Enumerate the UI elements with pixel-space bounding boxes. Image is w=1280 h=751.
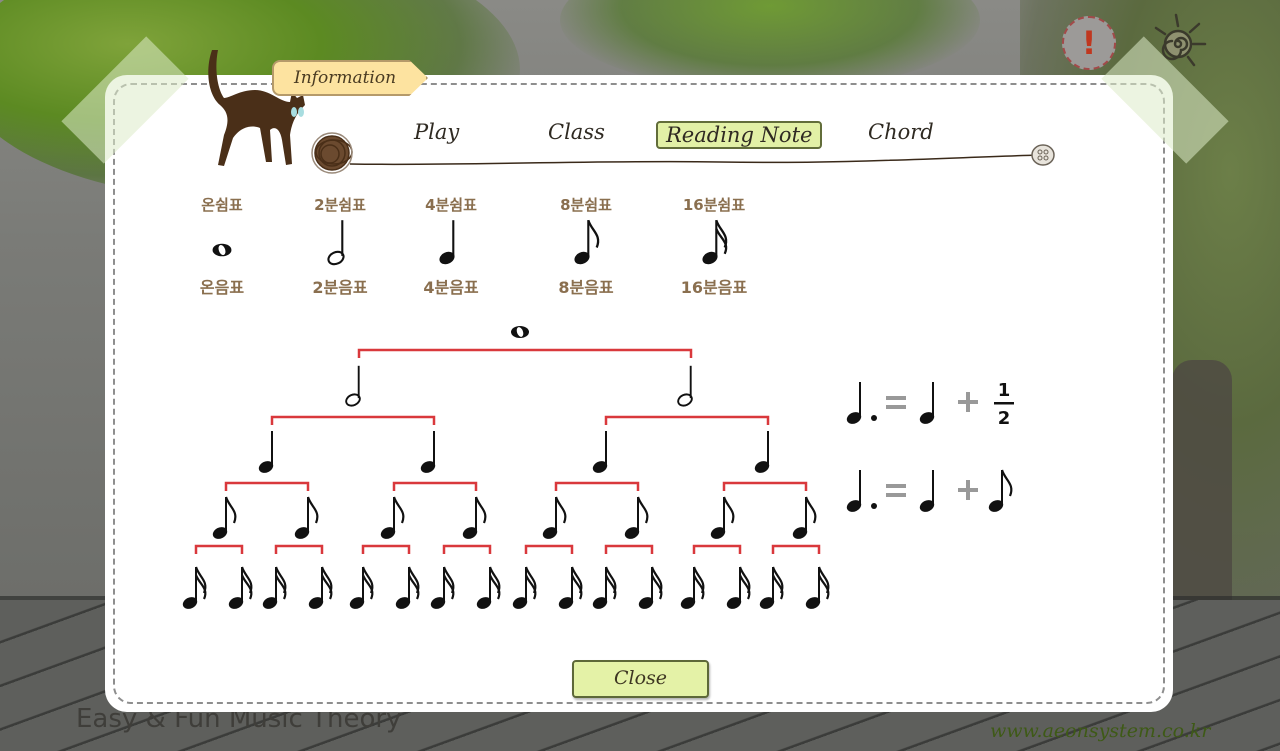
dotted-quarter-note	[846, 382, 877, 424]
tree-bracket	[692, 544, 742, 554]
eighth-note	[988, 469, 1013, 512]
note-label: 16분음표	[680, 278, 748, 297]
tree-note-sixteenth	[430, 566, 455, 609]
tree-bracket	[604, 415, 770, 425]
tab-play[interactable]: Play	[414, 120, 459, 144]
note-legend-whole: 온쉼표 온음표	[167, 194, 277, 298]
note-legend-quarter: 4분쉼표 4분음표	[396, 194, 506, 298]
tree-note-eighth	[380, 496, 405, 539]
tree-note-eighth	[624, 496, 649, 539]
tree-bracket	[722, 481, 808, 491]
tree-note-sixteenth	[680, 566, 705, 609]
note-label: 2분음표	[312, 278, 368, 297]
fraction-one-half: 12	[994, 380, 1014, 429]
website-link[interactable]: www.aeonsystem.co.kr	[990, 720, 1210, 742]
rest-label: 16분쉼표	[682, 196, 746, 212]
tree-note-eighth	[294, 496, 319, 539]
eighth-note-icon	[574, 219, 600, 265]
tree-bracket	[270, 415, 436, 425]
svg-text:1: 1	[998, 380, 1011, 401]
quarter-note-icon	[439, 220, 455, 265]
tree-note-eighth	[710, 496, 735, 539]
note-label: 8분음표	[558, 278, 614, 297]
tree-note-eighth	[212, 496, 237, 539]
plus-sign	[958, 392, 978, 412]
tree-note-quarter	[258, 431, 274, 473]
tree-bracket	[771, 544, 821, 554]
tree-note-sixteenth	[592, 566, 617, 609]
information-title-tab: Information	[272, 60, 429, 96]
tree-bracket	[274, 544, 324, 554]
tree-note-sixteenth	[395, 566, 420, 609]
tree-bracket	[194, 544, 244, 554]
tab-class[interactable]: Class	[548, 120, 605, 144]
rest-label: 4분쉼표	[425, 196, 477, 212]
note-legend-sixteenth: 16분쉼표 16분음표	[659, 194, 769, 298]
plus-sign	[958, 480, 978, 500]
tree-note-half	[677, 365, 693, 407]
tab-chord[interactable]: Chord	[868, 120, 934, 144]
tree-note-sixteenth	[262, 566, 287, 609]
note-label: 4분음표	[423, 278, 479, 297]
alert-icon[interactable]: !	[1062, 16, 1116, 70]
quarter-note	[919, 470, 935, 512]
tree-bracket	[604, 544, 654, 554]
svg-text:2: 2	[998, 408, 1011, 429]
tree-note-sixteenth	[182, 566, 207, 609]
tree-note-sixteenth	[512, 566, 537, 609]
tree-note-sixteenth	[349, 566, 374, 609]
tree-bracket	[442, 544, 492, 554]
tree-note-whole	[511, 326, 529, 338]
tree-note-sixteenth	[476, 566, 501, 609]
tree-bracket	[554, 481, 640, 491]
note-legend-half: 2분쉼표 2분음표	[285, 194, 395, 298]
note-legend-eighth: 8분쉼표 8분음표	[531, 194, 641, 298]
tree-note-sixteenth	[638, 566, 663, 609]
equals-sign	[886, 484, 906, 497]
tree-note-eighth	[792, 496, 817, 539]
equals-sign	[886, 396, 906, 409]
note-label: 온음표	[199, 278, 245, 297]
tree-note-sixteenth	[308, 566, 333, 609]
tab-reading-note[interactable]: Reading Note	[656, 121, 823, 149]
tree-note-quarter	[754, 431, 770, 473]
sewing-button-icon	[1031, 144, 1055, 166]
tree-note-eighth	[462, 496, 487, 539]
note-division-tree	[182, 326, 830, 609]
tree-bracket	[392, 481, 478, 491]
quarter-note	[919, 382, 935, 424]
dotted-note-equation-fraction: 12	[846, 380, 1014, 429]
rest-label: 8분쉼표	[560, 196, 612, 212]
whole-note-icon	[212, 243, 232, 257]
half-note-icon	[327, 220, 345, 266]
tree-note-eighth	[542, 496, 567, 539]
tree-note-quarter	[592, 431, 608, 473]
tree-note-sixteenth	[726, 566, 751, 609]
rest-label: 2분쉼표	[314, 196, 366, 212]
rest-label: 온쉼표	[201, 196, 243, 212]
tree-bracket	[524, 544, 574, 554]
tree-note-sixteenth	[558, 566, 583, 609]
dotted-quarter-note	[846, 470, 877, 512]
dotted-note-equation-eighth	[846, 469, 1013, 512]
tree-bracket	[357, 348, 693, 358]
tree-note-sixteenth	[759, 566, 784, 609]
tree-note-sixteenth	[805, 566, 830, 609]
tree-bracket	[224, 481, 310, 491]
tree-bracket	[361, 544, 411, 554]
tree-note-sixteenth	[228, 566, 253, 609]
tree-note-quarter	[420, 431, 436, 473]
background-tree-trunk	[1172, 360, 1232, 600]
sixteenth-note-icon	[702, 219, 728, 265]
close-button[interactable]: Close	[572, 660, 709, 698]
tree-note-half	[345, 365, 361, 407]
